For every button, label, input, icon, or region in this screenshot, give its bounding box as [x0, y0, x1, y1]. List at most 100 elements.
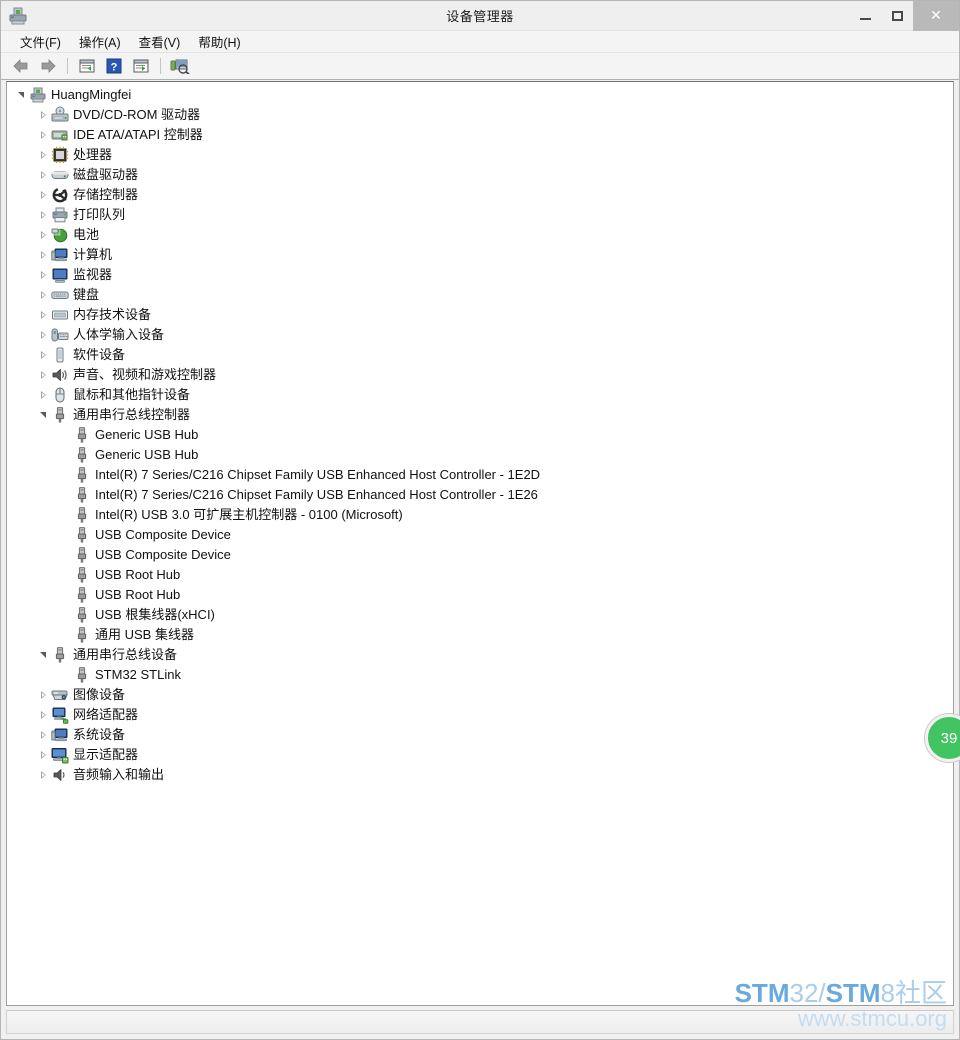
- tree-node[interactable]: 通用串行总线控制器: [7, 405, 953, 425]
- tree-node[interactable]: USB 根集线器(xHCI): [7, 605, 953, 625]
- tree-node[interactable]: 监视器: [7, 265, 953, 285]
- tree-node[interactable]: 磁盘驱动器: [7, 165, 953, 185]
- status-bar: [6, 1010, 954, 1034]
- tree-twisty-collapsed[interactable]: [35, 285, 51, 305]
- tree-node[interactable]: 鼠标和其他指针设备: [7, 385, 953, 405]
- menu-action[interactable]: 操作(A): [70, 30, 130, 53]
- tree-twisty-collapsed[interactable]: [35, 305, 51, 325]
- tree-node[interactable]: 键盘: [7, 285, 953, 305]
- tree-node-label: 通用串行总线控制器: [73, 407, 191, 422]
- title-bar: 设备管理器 ✕: [1, 0, 959, 31]
- tree-node[interactable]: USB Root Hub: [7, 585, 953, 605]
- tree-twisty-collapsed[interactable]: [35, 365, 51, 385]
- back-arrow-icon[interactable]: [9, 55, 33, 77]
- show-hidden-icon[interactable]: [129, 55, 153, 77]
- tree-twisty-expanded[interactable]: [35, 405, 51, 425]
- tree-node[interactable]: 人体学输入设备: [7, 325, 953, 345]
- tree-node[interactable]: STM32 STLink: [7, 665, 953, 685]
- tree-node[interactable]: USB Root Hub: [7, 565, 953, 585]
- tree-node-label: 电池: [73, 227, 100, 242]
- device-tree[interactable]: HuangMingfei DVD/CD-ROM 驱动器 IDE ATA/ATAPI …: [6, 81, 954, 1006]
- tree-twisty-none: [57, 625, 73, 645]
- tree-node[interactable]: 网络适配器: [7, 705, 953, 725]
- menu-help[interactable]: 帮助(H): [189, 30, 249, 53]
- tree-twisty-none: [57, 605, 73, 625]
- ide-controller-icon: [51, 126, 69, 144]
- tree-node[interactable]: 通用 USB 集线器: [7, 625, 953, 645]
- tree-twisty-collapsed[interactable]: [35, 225, 51, 245]
- battery-icon: [51, 226, 69, 244]
- tree-node[interactable]: DVD/CD-ROM 驱动器: [7, 105, 953, 125]
- tree-node[interactable]: 计算机: [7, 245, 953, 265]
- usb-icon: [73, 466, 91, 484]
- menu-view[interactable]: 查看(V): [130, 30, 190, 53]
- tree-node[interactable]: 电池: [7, 225, 953, 245]
- tree-twisty-none: [57, 585, 73, 605]
- tree-node[interactable]: 软件设备: [7, 345, 953, 365]
- maximize-button[interactable]: [881, 1, 913, 31]
- tree-twisty-expanded[interactable]: [35, 645, 51, 665]
- tree-twisty-collapsed[interactable]: [35, 725, 51, 745]
- minimize-button[interactable]: [849, 1, 881, 31]
- tree-twisty-collapsed[interactable]: [35, 705, 51, 725]
- forward-arrow-icon[interactable]: [36, 55, 60, 77]
- tree-node-label: Intel(R) USB 3.0 可扩展主机控制器 - 0100 (Micros…: [95, 507, 403, 522]
- tree-node[interactable]: HuangMingfei: [7, 85, 953, 105]
- tree-node[interactable]: Generic USB Hub: [7, 425, 953, 445]
- tree-node[interactable]: 通用串行总线设备: [7, 645, 953, 665]
- tree-twisty-collapsed[interactable]: [35, 265, 51, 285]
- tree-node[interactable]: 打印队列: [7, 205, 953, 225]
- tree-twisty-collapsed[interactable]: [35, 125, 51, 145]
- tree-twisty-collapsed[interactable]: [35, 325, 51, 345]
- tree-node[interactable]: Intel(R) 7 Series/C216 Chipset Family US…: [7, 465, 953, 485]
- menu-bar: 文件(F) 操作(A) 查看(V) 帮助(H): [1, 31, 959, 53]
- tree-twisty-collapsed[interactable]: [35, 105, 51, 125]
- tree-twisty-expanded[interactable]: [13, 85, 29, 105]
- tree-twisty-collapsed[interactable]: [35, 185, 51, 205]
- tree-node[interactable]: 处理器: [7, 145, 953, 165]
- tree-node[interactable]: 存储控制器: [7, 185, 953, 205]
- tree-node[interactable]: 系统设备: [7, 725, 953, 745]
- tree-node[interactable]: USB Composite Device: [7, 525, 953, 545]
- tree-node-label: USB Composite Device: [95, 547, 231, 562]
- tree-node[interactable]: Generic USB Hub: [7, 445, 953, 465]
- menu-file[interactable]: 文件(F): [11, 30, 70, 53]
- tree-twisty-collapsed[interactable]: [35, 245, 51, 265]
- tree-twisty-collapsed[interactable]: [35, 165, 51, 185]
- tree-node[interactable]: 内存技术设备: [7, 305, 953, 325]
- tree-node[interactable]: Intel(R) USB 3.0 可扩展主机控制器 - 0100 (Micros…: [7, 505, 953, 525]
- tree-node[interactable]: 声音、视频和游戏控制器: [7, 365, 953, 385]
- tree-node-label: 通用串行总线设备: [73, 647, 178, 662]
- tree-node[interactable]: USB Composite Device: [7, 545, 953, 565]
- tree-twisty-collapsed[interactable]: [35, 385, 51, 405]
- tree-node[interactable]: Intel(R) 7 Series/C216 Chipset Family US…: [7, 485, 953, 505]
- hid-icon: [51, 326, 69, 344]
- tree-node-label: 音频输入和输出: [73, 767, 165, 782]
- properties-icon[interactable]: [75, 55, 99, 77]
- usb-icon: [73, 606, 91, 624]
- tree-node[interactable]: 显示适配器: [7, 745, 953, 765]
- audio-io-icon: [51, 766, 69, 784]
- usb-icon: [73, 666, 91, 684]
- network-adapter-icon: [51, 706, 69, 724]
- tree-twisty-collapsed[interactable]: [35, 685, 51, 705]
- tree-node[interactable]: 音频输入和输出: [7, 765, 953, 785]
- tree-node-label: 通用 USB 集线器: [95, 627, 194, 642]
- tree-node-label: Generic USB Hub: [95, 447, 199, 462]
- device-manager-window: 设备管理器 ✕ 文件(F) 操作(A) 查看(V) 帮助(H) ? HuangM…: [0, 0, 960, 1040]
- tree-node-label: Intel(R) 7 Series/C216 Chipset Family US…: [95, 487, 538, 502]
- tree-twisty-collapsed[interactable]: [35, 145, 51, 165]
- tree-node-label: 存储控制器: [73, 187, 139, 202]
- usb-icon: [51, 406, 69, 424]
- tree-node[interactable]: 图像设备: [7, 685, 953, 705]
- tree-twisty-collapsed[interactable]: [35, 345, 51, 365]
- tree-twisty-collapsed[interactable]: [35, 205, 51, 225]
- tree-twisty-collapsed[interactable]: [35, 745, 51, 765]
- usb-icon: [73, 426, 91, 444]
- tree-twisty-collapsed[interactable]: [35, 765, 51, 785]
- tree-twisty-none: [57, 665, 73, 685]
- help-icon[interactable]: ?: [102, 55, 126, 77]
- tree-node[interactable]: IDE ATA/ATAPI 控制器: [7, 125, 953, 145]
- scan-hardware-changes-icon[interactable]: [168, 55, 192, 77]
- close-button[interactable]: ✕: [913, 0, 959, 31]
